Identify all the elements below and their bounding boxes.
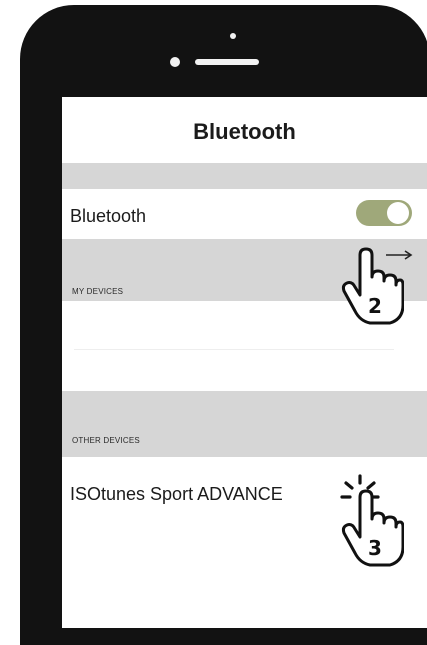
earpiece-speaker <box>195 59 259 65</box>
front-camera <box>170 57 180 67</box>
other-devices-header: OTHER DEVICES <box>62 391 427 457</box>
hand-pointer-icon: 2 <box>341 247 404 325</box>
list-divider <box>74 349 394 350</box>
proximity-sensor <box>230 33 236 39</box>
hand-pointer-icon: 3 <box>341 489 404 567</box>
toggle-knob <box>387 202 409 224</box>
my-devices-label: MY DEVICES <box>72 287 124 296</box>
device-name: ISOtunes Sport ADVANCE <box>70 484 283 504</box>
top-spacer-band <box>62 163 427 189</box>
navigation-bar: Bluetooth <box>62 97 427 164</box>
step-2-number: 2 <box>368 294 382 318</box>
phone-screen: Bluetooth Bluetooth MY DEVICES OTHER DEV… <box>62 97 427 628</box>
bluetooth-row-label: Bluetooth <box>70 206 147 226</box>
bluetooth-toggle[interactable] <box>356 200 412 226</box>
page-title: Bluetooth <box>193 119 296 144</box>
other-devices-label: OTHER DEVICES <box>72 436 140 445</box>
step-3-number: 3 <box>368 536 382 560</box>
bluetooth-toggle-row[interactable]: Bluetooth <box>62 189 427 239</box>
